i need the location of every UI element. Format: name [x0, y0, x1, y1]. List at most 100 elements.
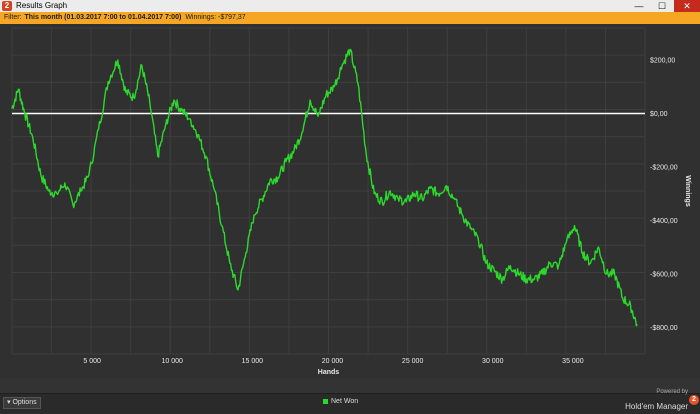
data-point	[165, 123, 167, 125]
data-point	[636, 324, 638, 326]
maximize-button[interactable]: ☐	[651, 0, 673, 12]
data-point	[17, 88, 20, 91]
data-point	[107, 80, 109, 83]
legend-swatch	[323, 398, 328, 404]
data-point	[565, 241, 568, 243]
data-point	[573, 225, 576, 227]
data-point	[173, 99, 175, 101]
data-point	[325, 94, 327, 96]
data-point	[581, 251, 584, 254]
data-point	[277, 177, 279, 179]
data-point	[629, 305, 632, 307]
data-point	[221, 225, 223, 227]
data-point	[317, 115, 319, 117]
data-point	[589, 262, 592, 264]
data-point	[24, 112, 26, 115]
data-point	[88, 174, 90, 176]
y-tick-label: -$800,00	[650, 325, 678, 332]
data-point	[429, 187, 431, 189]
close-button[interactable]: ✕	[674, 0, 700, 12]
data-point	[517, 273, 520, 275]
data-point	[261, 198, 263, 200]
data-point	[237, 289, 239, 291]
bottom-bar: ▾ Options Net Won Powered by Hold'em Man…	[0, 389, 700, 411]
data-point	[80, 190, 82, 192]
data-point	[557, 265, 560, 267]
data-point	[373, 193, 375, 195]
data-point	[285, 161, 287, 163]
x-tick-label: 10 000	[162, 358, 184, 365]
data-point	[453, 198, 455, 200]
legend-label: Net Won	[331, 398, 359, 405]
data-point	[381, 201, 383, 203]
data-point	[413, 193, 415, 195]
x-tick-label: 5 000	[83, 358, 101, 365]
data-point	[485, 262, 487, 264]
data-point	[333, 86, 335, 88]
x-tick-label: 25 000	[402, 358, 424, 365]
data-point	[477, 238, 479, 240]
y-tick-label: -$600,00	[650, 271, 678, 278]
data-point	[157, 155, 159, 157]
data-point	[469, 227, 471, 230]
data-point	[461, 214, 463, 216]
data-point	[605, 273, 608, 275]
data-point	[197, 134, 199, 136]
data-point	[309, 99, 311, 101]
data-point	[11, 107, 13, 109]
x-tick-label: 15 000	[242, 358, 264, 365]
y-tick-label: $200,00	[650, 58, 675, 65]
data-point	[125, 91, 127, 93]
winnings-label: Winnings:	[185, 14, 217, 21]
y-axis-label: Winnings	[684, 175, 691, 207]
data-point	[613, 273, 616, 275]
x-tick-label: 35 000	[562, 358, 584, 365]
data-point	[269, 179, 271, 181]
data-point	[97, 128, 100, 131]
results-chart: 5 000 10 000 15 000 20 000 25 000 30 000 35 00…	[11, 27, 691, 376]
data-point	[253, 214, 255, 216]
x-axis-label: Hands	[318, 369, 340, 376]
data-point	[445, 185, 447, 187]
powered-by-branding: Powered by Hold'em Manager 2	[625, 389, 699, 414]
results-graph-window: 2 Results Graph — ☐ ✕ Filter: This month …	[0, 0, 700, 411]
data-point	[405, 201, 407, 203]
filter-range: This month (01.03.2017 7:00 to 01.04.201…	[24, 14, 182, 21]
data-point	[597, 246, 600, 248]
data-point	[437, 193, 439, 195]
winnings-value: -$797,37	[218, 14, 246, 21]
minimize-button[interactable]: —	[628, 0, 650, 12]
data-point	[245, 251, 247, 254]
data-point	[397, 198, 399, 200]
data-point	[189, 118, 191, 120]
data-point	[357, 83, 359, 85]
data-point	[229, 262, 231, 264]
data-point	[32, 136, 34, 139]
data-point	[64, 182, 66, 184]
data-point	[149, 102, 151, 104]
data-point	[493, 270, 495, 272]
data-point	[389, 190, 391, 192]
data-point	[621, 297, 624, 299]
window-title: Results Graph	[16, 1, 68, 10]
filter-bar[interactable]: Filter: This month (01.03.2017 7:00 to 01…	[0, 12, 700, 24]
hm2-badge-icon: 2	[689, 395, 699, 405]
app-logo-icon: 2	[2, 1, 12, 11]
data-point	[117, 59, 119, 61]
data-point	[213, 187, 215, 189]
data-point	[525, 278, 528, 280]
filter-prefix: Filter:	[4, 14, 22, 21]
y-tick-label: -$200,00	[650, 164, 678, 171]
options-label: Options	[12, 399, 37, 406]
data-point	[549, 262, 552, 264]
options-chevron-icon: ▾	[7, 399, 11, 406]
powered-by-text: Powered by	[656, 389, 688, 395]
chart-legend: Net Won	[323, 397, 358, 407]
data-point	[365, 152, 367, 155]
title-bar[interactable]: 2 Results Graph — ☐ ✕	[0, 0, 700, 12]
data-point	[40, 174, 42, 176]
x-tick-label: 30 000	[482, 358, 504, 365]
options-button[interactable]: ▾ Options	[3, 397, 41, 409]
data-point	[349, 48, 351, 50]
data-point	[341, 64, 343, 67]
